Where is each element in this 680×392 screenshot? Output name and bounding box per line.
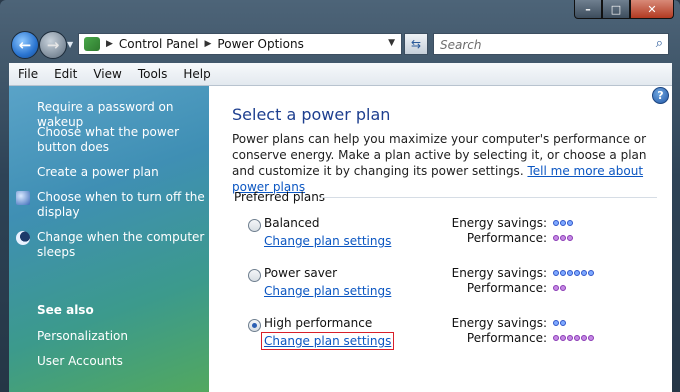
menu-view[interactable]: View	[85, 67, 129, 81]
plan-name[interactable]: High performance	[264, 316, 372, 330]
radio-high-performance[interactable]	[248, 319, 261, 332]
back-button[interactable]: ←	[11, 31, 39, 59]
task-turn-off-display[interactable]: Choose when to turn off the display	[37, 190, 205, 220]
menu-file[interactable]: File	[9, 67, 46, 81]
address-dropdown-icon[interactable]: ▼	[388, 38, 395, 48]
maximize-button[interactable]: □	[602, 0, 630, 19]
task-create-plan[interactable]: Create a power plan	[37, 165, 205, 180]
menu-help[interactable]: Help	[175, 67, 218, 81]
search-icon[interactable]: ⌕	[656, 36, 663, 51]
search-input[interactable]	[438, 35, 642, 55]
radio-balanced[interactable]	[248, 219, 261, 232]
refresh-button[interactable]: ⇆	[404, 33, 428, 55]
performance-label: Performance:	[466, 331, 547, 345]
energy-dot	[560, 270, 566, 276]
energy-dot	[567, 220, 573, 226]
performance-label: Performance:	[466, 231, 547, 245]
plan-name[interactable]: Power saver	[264, 266, 337, 280]
performance-rating	[553, 235, 573, 241]
page-description: Power plans can help you maximize your c…	[232, 131, 657, 195]
energy-dot	[588, 270, 594, 276]
performance-label: Performance:	[466, 281, 547, 295]
breadcrumb-control-panel[interactable]: Control Panel	[119, 37, 199, 51]
task-computer-sleeps[interactable]: Change when the computer sleeps	[37, 230, 205, 260]
page-title: Select a power plan	[232, 105, 391, 124]
energy-rating	[553, 220, 573, 226]
change-plan-settings-link[interactable]: Change plan settings	[263, 234, 392, 248]
energy-savings-label: Energy savings:	[451, 316, 547, 330]
change-plan-settings-link[interactable]: Change plan settings	[261, 332, 395, 350]
link-personalization[interactable]: Personalization	[37, 329, 128, 344]
refresh-icon: ⇆	[410, 37, 422, 51]
change-plan-settings-link[interactable]: Change plan settings	[263, 284, 392, 298]
performance-rating	[553, 335, 594, 341]
performance-rating	[553, 285, 566, 291]
task-pane: Require a password on wakeup Choose what…	[9, 86, 209, 392]
close-button[interactable]: ✕	[630, 0, 674, 19]
energy-savings-label: Energy savings:	[451, 266, 547, 280]
minimize-button[interactable]: –	[574, 0, 602, 19]
forward-arrow-icon: →	[46, 36, 60, 54]
performance-dot	[567, 235, 573, 241]
help-icon[interactable]: ?	[652, 87, 669, 104]
chevron-right-icon[interactable]: ▶	[106, 39, 113, 49]
performance-dot	[567, 335, 573, 341]
control-panel-icon	[84, 37, 100, 51]
link-user-accounts[interactable]: User Accounts	[37, 354, 123, 369]
performance-dot	[553, 335, 559, 341]
chevron-right-icon[interactable]: ▶	[205, 39, 212, 49]
main-content: ? Select a power plan Power plans can he…	[209, 86, 672, 392]
performance-dot	[581, 335, 587, 341]
address-bar[interactable]: ▶ Control Panel ▶ Power Options ▼	[78, 33, 402, 55]
menu-edit[interactable]: Edit	[46, 67, 85, 81]
energy-rating	[553, 270, 594, 276]
forward-button[interactable]: →	[39, 31, 67, 59]
performance-dot	[574, 335, 580, 341]
energy-dot	[574, 270, 580, 276]
menu-tools[interactable]: Tools	[130, 67, 176, 81]
moon-icon	[16, 231, 30, 245]
group-divider	[321, 197, 657, 198]
performance-dot	[588, 335, 594, 341]
breadcrumb-power-options[interactable]: Power Options	[217, 37, 303, 51]
energy-savings-label: Energy savings:	[451, 216, 547, 230]
plan-name[interactable]: Balanced	[264, 216, 319, 230]
energy-dot	[560, 220, 566, 226]
caption-buttons: – □ ✕	[574, 0, 674, 19]
energy-dot	[560, 320, 566, 326]
preferred-plans-label: Preferred plans	[234, 190, 326, 204]
performance-dot	[560, 335, 566, 341]
energy-dot	[553, 270, 559, 276]
performance-dot	[560, 285, 566, 291]
energy-dot	[553, 320, 559, 326]
performance-dot	[560, 235, 566, 241]
radio-power-saver[interactable]	[248, 269, 261, 282]
performance-dot	[553, 285, 559, 291]
performance-dot	[553, 235, 559, 241]
task-power-button[interactable]: Choose what the power button does	[37, 125, 205, 155]
recent-pages-dropdown[interactable]: ▼	[67, 40, 73, 49]
monitor-icon	[16, 191, 30, 205]
menu-bar: File Edit View Tools Help	[9, 63, 672, 86]
energy-dot	[567, 270, 573, 276]
energy-dot	[553, 220, 559, 226]
energy-rating	[553, 320, 566, 326]
power-options-window: – □ ✕ ← → ▼ ▶ Control Panel ▶ Power Opti…	[0, 0, 680, 392]
energy-dot	[581, 270, 587, 276]
search-box[interactable]: ⌕	[433, 33, 669, 55]
back-arrow-icon: ←	[18, 36, 32, 54]
see-also-heading: See also	[37, 303, 94, 317]
